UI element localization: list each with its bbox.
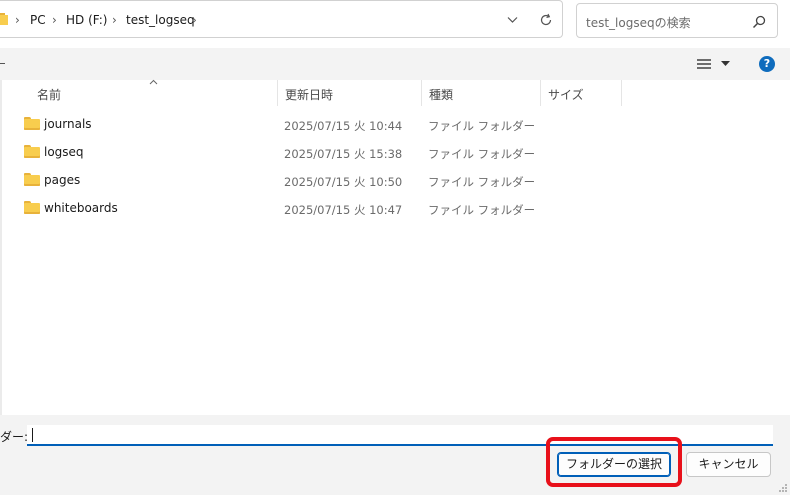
column-header-size[interactable]: サイズ [548, 86, 584, 103]
chevron-right-icon: › [15, 13, 20, 27]
chevron-right-icon[interactable]: › [192, 13, 197, 27]
toolbar: ? [0, 48, 790, 80]
sort-ascending-icon [149, 79, 158, 85]
breadcrumb-drive[interactable]: HD (F:) [66, 13, 107, 27]
column-divider[interactable] [621, 80, 622, 106]
text-cursor [32, 428, 33, 442]
file-date: 2025/07/15 火 10:47 [284, 203, 403, 217]
file-name[interactable]: pages [44, 173, 80, 187]
folder-icon [24, 145, 40, 158]
resize-grip-icon[interactable] [778, 483, 788, 493]
file-name[interactable]: journals [44, 117, 92, 131]
toolbar-divider [0, 63, 5, 64]
file-type: ファイル フォルダー [428, 147, 536, 161]
folder-icon [24, 173, 40, 186]
column-divider[interactable] [540, 80, 541, 106]
folder-icon [24, 117, 40, 130]
file-name[interactable]: logseq [44, 145, 84, 159]
chevron-down-icon[interactable] [507, 16, 518, 24]
column-divider[interactable] [277, 80, 278, 106]
help-icon: ? [763, 57, 771, 70]
column-divider[interactable] [421, 80, 422, 106]
breadcrumb-folder[interactable]: test_logseq [126, 13, 195, 27]
highlight-annotation [546, 437, 682, 487]
file-date: 2025/07/15 火 15:38 [284, 147, 403, 161]
cancel-button[interactable]: キャンセル [686, 452, 771, 477]
list-left-border [0, 80, 2, 415]
file-type: ファイル フォルダー [428, 119, 536, 133]
column-header-date[interactable]: 更新日時 [285, 86, 333, 103]
view-options-icon[interactable] [697, 59, 711, 69]
file-date: 2025/07/15 火 10:50 [284, 175, 403, 189]
file-type: ファイル フォルダー [428, 175, 536, 189]
folder-icon [0, 13, 8, 25]
column-header-name[interactable]: 名前 [37, 86, 61, 103]
help-button[interactable]: ? [759, 56, 775, 72]
file-type: ファイル フォルダー [428, 203, 536, 217]
refresh-icon[interactable] [539, 13, 553, 27]
search-icon[interactable] [752, 15, 766, 29]
folder-label: ダー: [0, 430, 29, 444]
address-bar[interactable]: › PC › HD (F:) › test_logseq › [0, 0, 563, 38]
search-input[interactable]: test_logseqの検索 [586, 14, 691, 31]
column-header-type[interactable]: 種類 [429, 86, 453, 103]
breadcrumb-pc[interactable]: PC [30, 13, 46, 27]
file-date: 2025/07/15 火 10:44 [284, 119, 403, 133]
file-name[interactable]: whiteboards [44, 201, 118, 215]
search-box[interactable]: test_logseqの検索 [576, 3, 778, 38]
chevron-right-icon: › [112, 13, 117, 27]
chevron-right-icon: › [52, 13, 57, 27]
folder-icon [24, 201, 40, 214]
caret-down-icon[interactable] [721, 61, 730, 67]
